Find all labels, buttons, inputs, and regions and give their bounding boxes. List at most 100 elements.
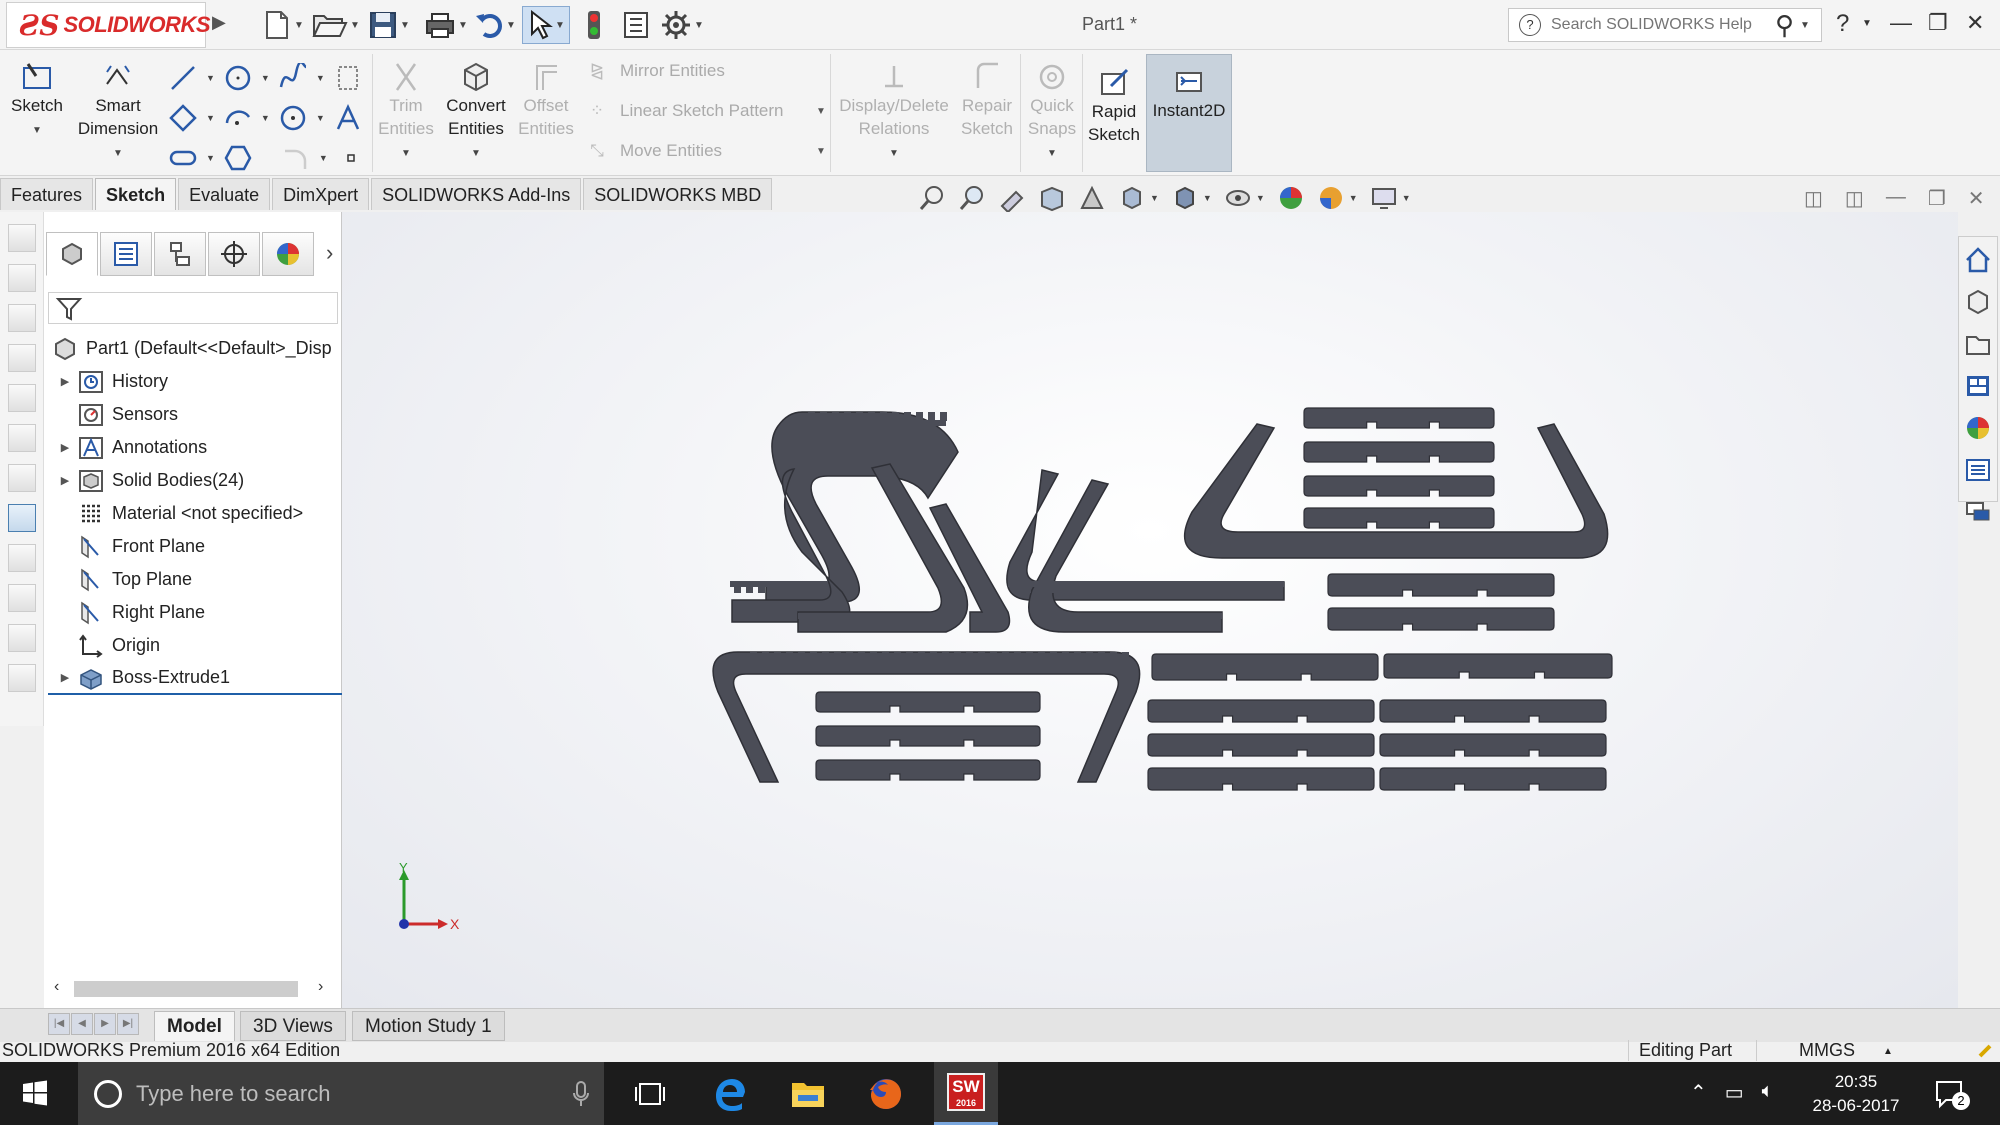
section-view-icon[interactable]	[1038, 184, 1066, 212]
viewport-minimize-icon[interactable]: —	[1886, 186, 1906, 211]
search-dropdown-icon[interactable]: ▼	[1800, 20, 1810, 31]
help-dropdown-icon[interactable]: ▼	[1862, 18, 1872, 29]
line-icon[interactable]	[168, 63, 198, 93]
windows-start-icon[interactable]	[22, 1080, 48, 1106]
file-explorer-icon[interactable]	[1964, 372, 1992, 400]
fillet-icon[interactable]	[281, 143, 311, 173]
new-document-button[interactable]: ▼	[262, 6, 304, 44]
tab-mbd[interactable]: SOLIDWORKS MBD	[583, 178, 773, 210]
quick-snaps-button[interactable]: Quick Snaps ▼	[1024, 58, 1080, 165]
tab-sketch[interactable]: Sketch	[95, 178, 177, 210]
scroll-right-icon[interactable]: ›	[318, 978, 323, 996]
reference-geometry-icon[interactable]	[8, 584, 36, 612]
rebuild-status-icon[interactable]	[1976, 1042, 1994, 1060]
resources-icon[interactable]	[1964, 288, 1992, 316]
tab-feature-manager[interactable]	[46, 232, 98, 276]
edge-browser-button[interactable]	[700, 1062, 760, 1125]
expand-arrow-icon[interactable]: ▶	[54, 375, 76, 388]
sketch-button[interactable]: Sketch ▼	[10, 58, 64, 142]
firefox-button[interactable]	[856, 1062, 916, 1125]
convert-entities-button[interactable]: Convert Entities ▼	[438, 58, 514, 165]
display-delete-relations-button[interactable]: Display/Delete Relations ▼	[836, 58, 952, 165]
chevron-right-icon[interactable]: ›	[326, 240, 333, 266]
forum-icon[interactable]	[1964, 498, 1992, 526]
text-icon[interactable]	[333, 103, 363, 133]
expand-arrow-icon[interactable]: ▶	[54, 474, 76, 487]
tree-node-material-not-specified[interactable]: Material <not specified>	[48, 497, 342, 530]
panel-horizontal-scrollbar[interactable]: ‹ ›	[48, 978, 338, 1000]
previous-view-icon[interactable]	[998, 184, 1026, 212]
graphics-area[interactable]: Y X	[342, 212, 1958, 1008]
point-icon[interactable]	[336, 143, 366, 173]
windows-search-box[interactable]: Type here to search	[78, 1062, 604, 1125]
microphone-icon[interactable]	[572, 1080, 590, 1108]
scroll-thumb[interactable]	[74, 981, 298, 997]
circle-icon[interactable]	[223, 63, 253, 93]
taskbar-clock[interactable]: 20:35 28-06-2017	[1806, 1070, 1906, 1118]
move-entities-button[interactable]: ⤡ Move Entities	[584, 140, 722, 162]
hide-show-items-icon[interactable]	[1224, 184, 1252, 212]
print-button[interactable]: ▼	[424, 6, 468, 44]
rebuild-button[interactable]	[584, 6, 604, 44]
rapid-sketch-button[interactable]: Rapid Sketch	[1084, 64, 1144, 146]
view-settings-icon[interactable]	[1370, 184, 1398, 212]
tree-node-boss-extrude1[interactable]: ▶ Boss-Extrude1	[48, 662, 342, 695]
sketch-grid-icon[interactable]	[333, 63, 363, 93]
rib-icon[interactable]	[8, 664, 36, 692]
tree-node-solid-bodies-24[interactable]: ▶ Solid Bodies(24)	[48, 464, 342, 497]
sketch-tool-icon[interactable]	[8, 504, 36, 532]
swept-boss-icon[interactable]	[8, 304, 36, 332]
menu-expand-icon[interactable]: ▶	[212, 12, 226, 33]
task-view-button[interactable]	[620, 1062, 680, 1125]
custom-properties-icon[interactable]	[1964, 456, 1992, 484]
tab-display-manager[interactable]	[262, 232, 314, 276]
minimize-button[interactable]: —	[1890, 10, 1912, 36]
tab-dimxpert[interactable]: DimXpert	[272, 178, 370, 210]
dynamic-annotation-icon[interactable]	[1078, 184, 1106, 212]
tree-filter[interactable]	[48, 292, 338, 324]
fillet-tool-icon[interactable]	[8, 544, 36, 572]
arc-icon[interactable]	[223, 103, 253, 133]
tab-property-manager[interactable]	[100, 232, 152, 276]
extruded-cut-icon[interactable]	[8, 424, 36, 452]
instant2d-button[interactable]: Instant2D	[1146, 54, 1232, 172]
prev-tab-icon[interactable]: ◀	[71, 1013, 93, 1035]
first-tab-icon[interactable]: |◀	[48, 1013, 70, 1035]
solidworks-logo[interactable]: ƧS SOLIDWORKS	[6, 2, 211, 48]
tree-root-part[interactable]: Part1 (Default<<Default>_Disp	[48, 332, 342, 365]
save-button[interactable]: ▼	[368, 6, 410, 44]
view-orientation-icon[interactable]	[1118, 184, 1146, 212]
volume-icon[interactable]: 🔈︎	[1762, 1080, 1774, 1105]
tree-node-sensors[interactable]: Sensors	[48, 398, 342, 431]
viewport-restore-icon[interactable]: ❐	[1928, 186, 1946, 211]
home-icon[interactable]	[1964, 246, 1992, 274]
tab-addins[interactable]: SOLIDWORKS Add-Ins	[371, 178, 582, 210]
solidworks-taskbar-button[interactable]: SW 2016	[934, 1062, 998, 1125]
split-view-right-icon[interactable]: ◫	[1845, 186, 1864, 211]
help-search-input[interactable]	[1551, 16, 1771, 34]
revolved-boss-icon[interactable]	[8, 264, 36, 292]
tree-node-right-plane[interactable]: Right Plane	[48, 596, 342, 629]
tab-model[interactable]: Model	[154, 1011, 235, 1041]
hole-wizard-icon[interactable]	[8, 464, 36, 492]
tree-node-front-plane[interactable]: Front Plane	[48, 530, 342, 563]
offset-entities-button[interactable]: Offset Entities	[516, 58, 576, 140]
close-button[interactable]: ✕	[1966, 10, 1984, 36]
appearances-icon[interactable]	[1964, 414, 1992, 442]
tab-features[interactable]: Features	[0, 178, 94, 210]
tab-dimxpert-manager[interactable]	[208, 232, 260, 276]
tab-3d-views[interactable]: 3D Views	[240, 1011, 346, 1041]
zoom-to-area-icon[interactable]	[958, 184, 986, 212]
undo-button[interactable]: ▼	[474, 6, 516, 44]
options-button[interactable]: ▼	[660, 6, 704, 44]
extruded-boss-icon[interactable]	[8, 224, 36, 252]
next-tab-icon[interactable]: ▶	[94, 1013, 116, 1035]
instant3d-icon[interactable]	[8, 624, 36, 652]
boundary-boss-icon[interactable]	[8, 384, 36, 412]
search-icon[interactable]: ⚲	[1775, 10, 1794, 41]
tab-motion-study[interactable]: Motion Study 1	[352, 1011, 505, 1041]
lofted-boss-icon[interactable]	[8, 344, 36, 372]
action-center-button[interactable]: 2	[1934, 1078, 1970, 1115]
file-explorer-button[interactable]	[778, 1062, 838, 1125]
show-hidden-icons-icon[interactable]: ⌃	[1690, 1080, 1707, 1105]
